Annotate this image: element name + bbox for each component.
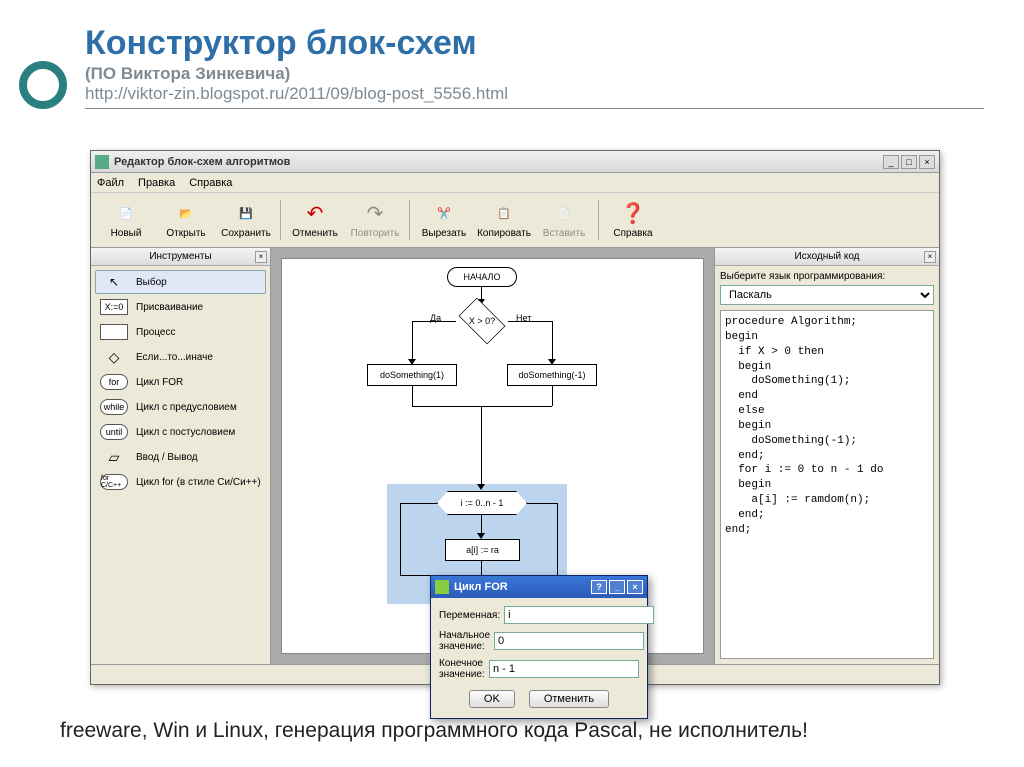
- tool-if-else[interactable]: ◇ Если...то...иначе: [95, 345, 266, 369]
- toolbar: 📄 Новый 📂 Открыть 💾 Сохранить ↶ Отменить…: [91, 193, 939, 248]
- source-code-view[interactable]: procedure Algorithm; begin if X > 0 then…: [720, 310, 934, 659]
- toolbar-separator: [598, 200, 599, 240]
- for-loop-dialog: Цикл FOR ? _ × Переменная: Начальное зна…: [430, 575, 648, 719]
- tools-panel-header: Инструменты ×: [91, 248, 270, 266]
- toolbar-new[interactable]: 📄 Новый: [97, 195, 155, 245]
- slide-bullet-icon: [18, 60, 68, 110]
- for-c-icon: for C/C++: [100, 474, 128, 490]
- toolbar-separator: [409, 200, 410, 240]
- io-icon: ▱: [100, 449, 128, 465]
- flowchart-start[interactable]: НАЧАЛО: [447, 267, 517, 287]
- slide-subtitle: (ПО Виктора Зинкевича): [85, 64, 984, 84]
- flowchart-decision[interactable]: X > 0?: [454, 303, 510, 339]
- toolbar-redo[interactable]: ↷ Повторить: [346, 195, 404, 245]
- dialog-title: Цикл FOR: [454, 581, 508, 593]
- flowchart-process-yes[interactable]: doSomething(1): [367, 364, 457, 386]
- cut-icon: ✂️: [432, 202, 456, 226]
- tools-panel: Инструменты × ↖ Выбор X:=0 Присваивание …: [91, 248, 271, 664]
- dialog-icon: [435, 580, 449, 594]
- help-icon: ❓: [621, 202, 645, 226]
- menu-edit[interactable]: Правка: [138, 177, 175, 189]
- toolbar-paste[interactable]: 📄 Вставить: [535, 195, 593, 245]
- menu-file[interactable]: Файл: [97, 177, 124, 189]
- dialog-start-label: Начальное значение:: [439, 630, 490, 652]
- minimize-button[interactable]: _: [883, 155, 899, 169]
- toolbar-undo[interactable]: ↶ Отменить: [286, 195, 344, 245]
- tools-panel-close[interactable]: ×: [255, 251, 267, 263]
- dialog-help-button[interactable]: ?: [591, 580, 607, 594]
- code-panel-header: Исходный код ×: [715, 248, 939, 266]
- copy-icon: 📋: [492, 202, 516, 226]
- toolbar-cut[interactable]: ✂️ Вырезать: [415, 195, 473, 245]
- slide-title: Конструктор блок-схем: [85, 25, 984, 62]
- dialog-start-input[interactable]: [494, 632, 644, 650]
- code-panel-close[interactable]: ×: [924, 251, 936, 263]
- undo-icon: ↶: [303, 202, 327, 226]
- dialog-minimize-button[interactable]: _: [609, 580, 625, 594]
- process-icon: [100, 324, 128, 340]
- decision-icon: ◇: [100, 349, 128, 365]
- save-icon: 💾: [234, 202, 258, 226]
- dialog-ok-button[interactable]: OK: [469, 690, 515, 708]
- dialog-var-label: Переменная:: [439, 610, 500, 621]
- menubar: Файл Правка Справка: [91, 173, 939, 193]
- menu-help[interactable]: Справка: [189, 177, 232, 189]
- assignment-icon: X:=0: [100, 299, 128, 315]
- flowchart-loop-for[interactable]: i := 0..n - 1: [437, 491, 527, 515]
- toolbar-help[interactable]: ❓ Справка: [604, 195, 662, 245]
- close-button[interactable]: ×: [919, 155, 935, 169]
- dialog-titlebar[interactable]: Цикл FOR ? _ ×: [431, 576, 647, 598]
- tool-select[interactable]: ↖ Выбор: [95, 270, 266, 294]
- toolbar-separator: [280, 200, 281, 240]
- dialog-end-label: Конечное значение:: [439, 658, 485, 680]
- dialog-var-input[interactable]: [504, 606, 654, 624]
- window-titlebar[interactable]: Редактор блок-схем алгоритмов _ □ ×: [91, 151, 939, 173]
- tool-assignment[interactable]: X:=0 Присваивание: [95, 295, 266, 319]
- toolbar-copy[interactable]: 📋 Копировать: [475, 195, 533, 245]
- new-file-icon: 📄: [114, 202, 138, 226]
- app-icon: [95, 155, 109, 169]
- paste-icon: 📄: [552, 202, 576, 226]
- tool-repeat[interactable]: until Цикл с постусловием: [95, 420, 266, 444]
- tool-io[interactable]: ▱ Ввод / Вывод: [95, 445, 266, 469]
- window-title: Редактор блок-схем алгоритмов: [114, 156, 883, 168]
- maximize-button[interactable]: □: [901, 155, 917, 169]
- flowchart-process-no[interactable]: doSomething(-1): [507, 364, 597, 386]
- flowchart-loop-body[interactable]: a[i] := ra: [445, 539, 520, 561]
- tool-for[interactable]: for Цикл FOR: [95, 370, 266, 394]
- for-loop-icon: for: [100, 374, 128, 390]
- open-folder-icon: 📂: [174, 202, 198, 226]
- toolbar-save[interactable]: 💾 Сохранить: [217, 195, 275, 245]
- language-select[interactable]: Паскаль: [720, 285, 934, 305]
- source-code-panel: Исходный код × Выберите язык программиро…: [714, 248, 939, 664]
- slide-divider: [85, 108, 984, 109]
- slide-footer: freeware, Win и Linux, генерация програм…: [60, 719, 808, 743]
- tool-while[interactable]: while Цикл с предусловием: [95, 395, 266, 419]
- language-label: Выберите язык программирования:: [720, 271, 934, 282]
- slide-link: http://viktor-zin.blogspot.ru/2011/09/bl…: [85, 84, 984, 104]
- toolbar-open[interactable]: 📂 Открыть: [157, 195, 215, 245]
- dialog-end-input[interactable]: [489, 660, 639, 678]
- dialog-cancel-button[interactable]: Отменить: [529, 690, 609, 708]
- dialog-close-button[interactable]: ×: [627, 580, 643, 594]
- tool-for-c[interactable]: for C/C++ Цикл for (в стиле Си/Си++): [95, 470, 266, 494]
- cursor-icon: ↖: [100, 274, 128, 290]
- redo-icon: ↷: [363, 202, 387, 226]
- until-loop-icon: until: [100, 424, 128, 440]
- tool-process[interactable]: Процесс: [95, 320, 266, 344]
- while-loop-icon: while: [100, 399, 128, 415]
